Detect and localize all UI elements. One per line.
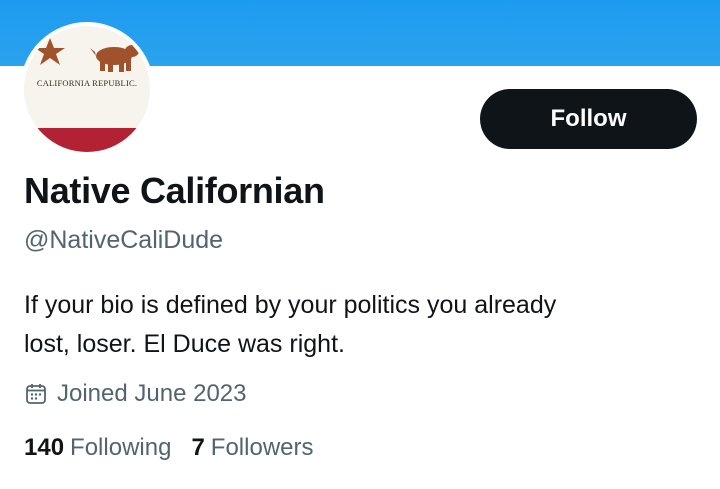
followers-count: 7 [191, 434, 205, 461]
followers-link[interactable]: 7 Followers [191, 434, 313, 462]
avatar[interactable]: CALIFORNIA REPUBLIC. [20, 22, 154, 156]
following-count: 140 [24, 434, 65, 461]
joined-text: Joined June 2023 [57, 380, 247, 407]
avatar-text: CALIFORNIA REPUBLIC. [36, 78, 138, 88]
calendar-icon [24, 382, 48, 406]
follow-stats: 140 Following 7 Followers [24, 434, 334, 462]
following-label: Following [70, 434, 172, 461]
followers-label: Followers [210, 434, 314, 461]
bio-line: If your bio is defined by your politics … [24, 291, 557, 319]
bio: If your bio is defined by your politics … [24, 286, 684, 364]
user-handle: @NativeCaliDude [24, 226, 224, 254]
display-name: Native Californian [24, 170, 325, 211]
follow-button[interactable]: Follow [480, 89, 697, 149]
joined-date: Joined June 2023 [24, 380, 247, 408]
california-flag-image [24, 26, 150, 152]
bio-line: lost, loser. El Duce was right. [24, 330, 345, 358]
following-link[interactable]: 140 Following [24, 434, 171, 462]
